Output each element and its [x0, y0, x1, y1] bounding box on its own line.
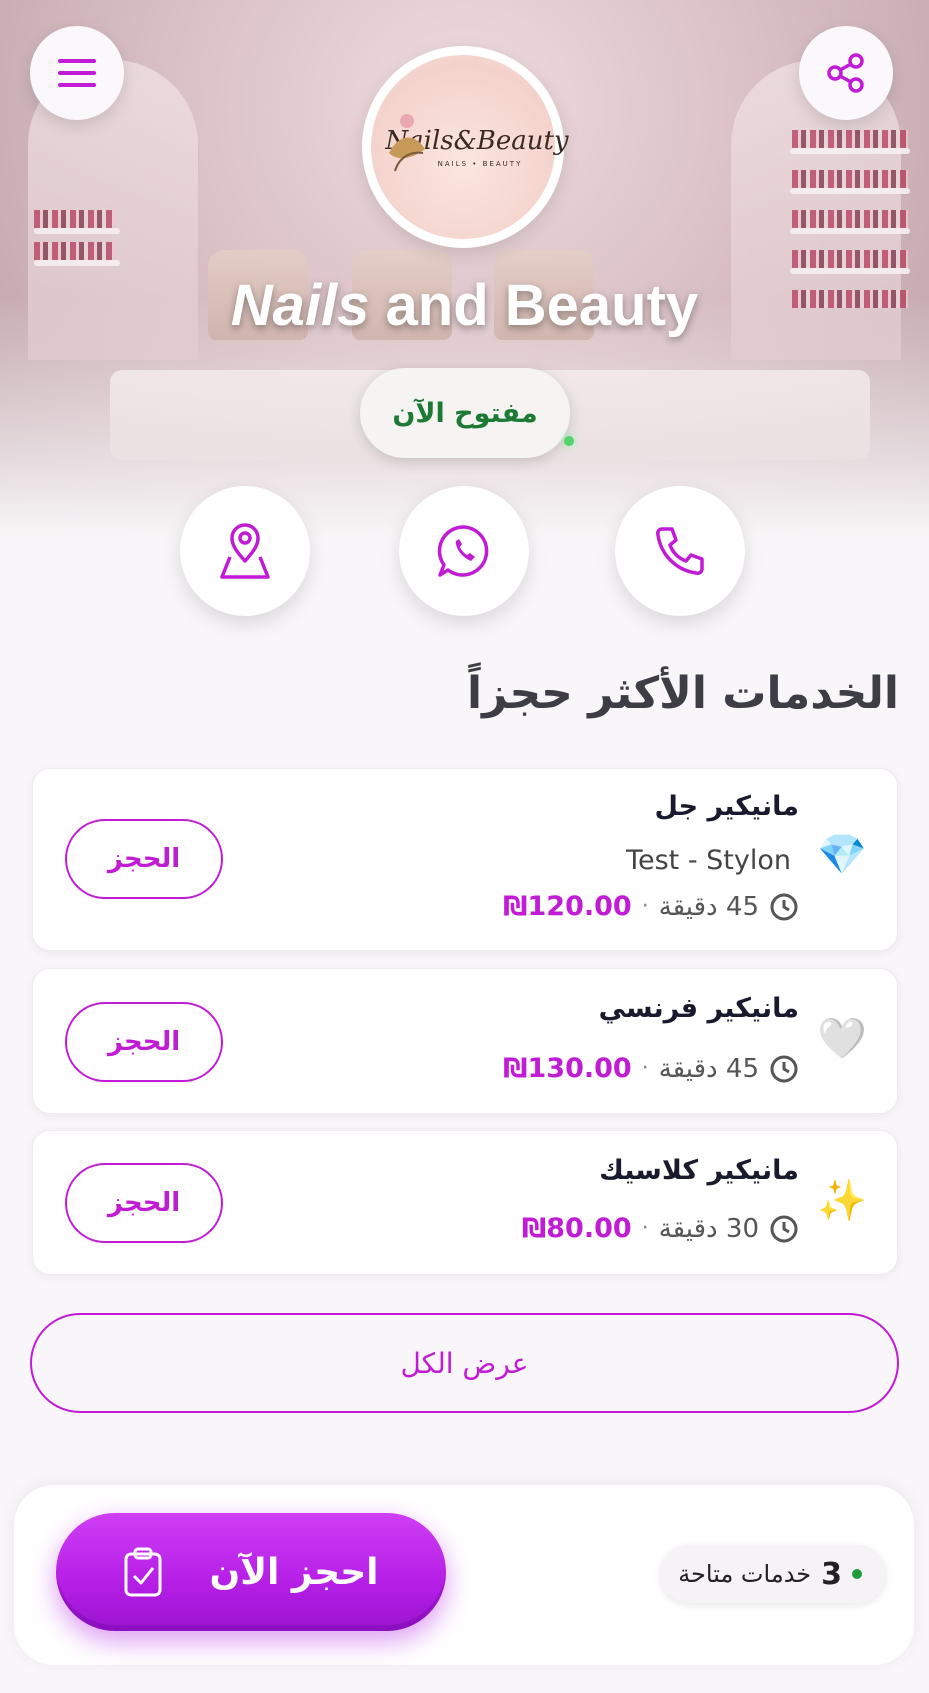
logo-subtext: NAILS • BEAUTY — [437, 160, 523, 168]
available-count: 3 — [821, 1556, 842, 1592]
clipboard-check-icon — [124, 1547, 162, 1597]
whatsapp-icon — [437, 525, 489, 577]
map-pin-icon — [220, 523, 270, 579]
phone-button[interactable] — [615, 486, 745, 616]
view-all-button[interactable]: عرض الكل — [30, 1313, 899, 1413]
service-card: مانيكير فرنسي 45 دقيقة · ₪130.00 🤍 الحجز — [32, 968, 898, 1114]
whatsapp-button[interactable] — [399, 486, 529, 616]
service-name: مانيكير كلاسيك — [599, 1155, 799, 1186]
share-button[interactable] — [799, 26, 893, 120]
service-card: مانيكير جل Test - Stylon 45 دقيقة · ₪120… — [32, 768, 898, 951]
service-duration: 45 دقيقة — [658, 1053, 759, 1084]
popular-services-title: الخدمات الأكثر حجزاً — [467, 668, 899, 719]
menu-button[interactable] — [30, 26, 124, 120]
service-price: ₪80.00 — [521, 1213, 632, 1244]
share-icon — [827, 53, 864, 93]
salon-logo: Nails&Beauty NAILS • BEAUTY — [362, 46, 569, 248]
sparkles-icon: ✨ — [817, 1178, 867, 1224]
location-button[interactable] — [180, 486, 310, 616]
meta-separator: · — [641, 1216, 649, 1241]
service-name: مانيكير فرنسي — [598, 993, 799, 1024]
leaf-flower-icon — [389, 114, 425, 172]
book-button[interactable]: الحجز — [65, 819, 223, 899]
gem-icon: 💎 — [817, 832, 867, 878]
book-now-label: احجز الآن — [209, 1551, 379, 1593]
service-duration: 30 دقيقة — [658, 1213, 759, 1244]
hamburger-menu-icon — [58, 59, 96, 87]
clock-icon — [770, 1055, 798, 1082]
clock-icon — [770, 1215, 798, 1242]
service-name: مانيكير جل — [654, 791, 800, 822]
service-price: ₪120.00 — [503, 891, 632, 922]
available-services-badge: 3 خدمات متاحة — [660, 1545, 886, 1603]
open-status-badge: مفتوح الآن — [360, 368, 570, 458]
clock-icon — [770, 893, 798, 920]
book-button[interactable]: الحجز — [65, 1163, 223, 1243]
salon-name-part1: Nails — [230, 273, 370, 338]
available-dot — [852, 1569, 862, 1579]
salon-name-part2: and Beauty — [369, 273, 699, 338]
book-button[interactable]: الحجز — [65, 1002, 223, 1082]
service-price: ₪130.00 — [503, 1053, 632, 1084]
service-card: مانيكير كلاسيك 30 دقيقة · ₪80.00 ✨ الحجز — [32, 1130, 898, 1275]
service-staff: Test - Stylon — [626, 845, 791, 876]
phone-icon — [656, 527, 704, 575]
service-duration: 45 دقيقة — [658, 891, 759, 922]
book-now-button[interactable]: احجز الآن — [56, 1513, 446, 1631]
meta-separator: · — [641, 894, 649, 919]
bottom-action-bar: احجز الآن 3 خدمات متاحة — [14, 1485, 914, 1665]
salon-name: Nails and Beauty — [0, 272, 929, 339]
meta-separator: · — [641, 1056, 649, 1081]
open-status-dot — [564, 436, 574, 446]
available-label: خدمات متاحة — [678, 1560, 812, 1588]
white-heart-icon: 🤍 — [817, 1016, 867, 1062]
